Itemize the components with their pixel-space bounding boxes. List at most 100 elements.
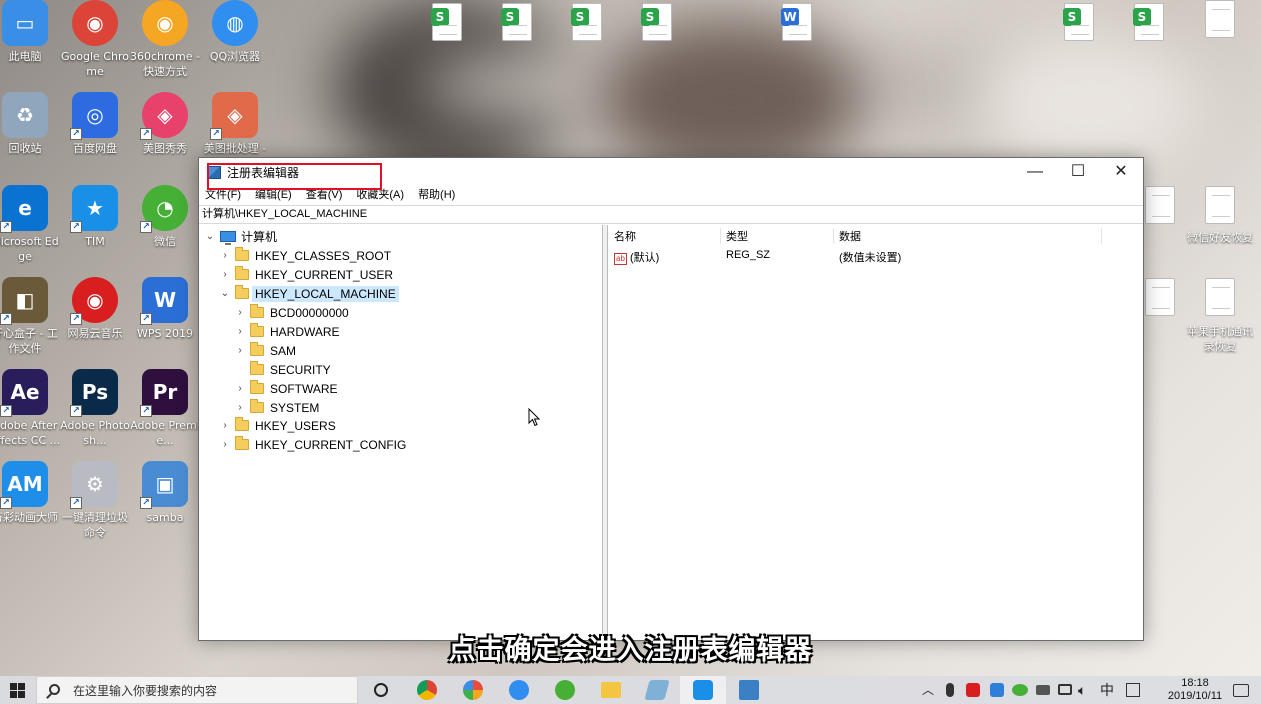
desktop-icon-label: WPS 2019 xyxy=(137,327,193,340)
desktop-icon-label: 美图批处理 - xyxy=(203,142,267,155)
tray-expand-icon[interactable]: ︿ xyxy=(922,676,934,704)
chevron-right-icon[interactable]: › xyxy=(233,307,247,318)
taskbar-search-box[interactable]: 在这里输入你要搜索的内容 xyxy=(36,676,358,704)
title-bar[interactable]: 注册表编辑器 — ☐ ✕ xyxy=(199,158,1143,190)
tree-node-hku[interactable]: › HKEY_USERS xyxy=(218,416,336,435)
spreadsheet-file-icon[interactable]: S xyxy=(501,3,532,41)
desktop-icon-meitu-xiuxiu[interactable]: ◈ ↗ 美图秀秀 xyxy=(129,92,201,156)
desktop-icon-premiere[interactable]: Pr ↗ Adobe Premie... xyxy=(129,369,201,448)
desktop-icon-microsoft-edge[interactable]: e↗Microsoft Edge xyxy=(0,185,61,264)
chevron-right-icon[interactable]: › xyxy=(218,420,232,431)
tree-node-security[interactable]: SECURITY xyxy=(233,360,331,379)
text-file-icon[interactable] xyxy=(1145,278,1175,316)
desktop-icon-google-chrome[interactable]: ◉ Google Chrome xyxy=(59,0,131,79)
text-file-icon[interactable] xyxy=(1145,186,1175,224)
desktop-icon-qq-browser[interactable]: ◍ QQ浏览器 xyxy=(199,0,271,64)
chevron-right-icon[interactable]: › xyxy=(233,383,247,394)
recycle-bin-icon: ♻ xyxy=(2,92,48,138)
desktop-icon-label: 百度网盘 xyxy=(73,142,117,155)
close-button[interactable]: ✕ xyxy=(1099,158,1143,186)
column-header-name[interactable]: 名称 xyxy=(609,228,721,244)
text-file-icon[interactable] xyxy=(1205,186,1235,224)
taskbar-chrome[interactable] xyxy=(404,676,450,704)
desktop-icon-cleanup-command[interactable]: ⚙ ↗ 一键清理垃圾命令 xyxy=(59,461,131,540)
task-view-button[interactable] xyxy=(358,676,404,704)
desktop-icon-samba[interactable]: ▣ ↗ samba xyxy=(129,461,201,525)
desktop-icon-meitu-batch[interactable]: ◈ ↗ 美图批处理 - xyxy=(199,92,271,156)
tree-node-hklm[interactable]: ⌄ HKEY_LOCAL_MACHINE xyxy=(218,284,399,303)
spreadsheet-file-icon[interactable]: S xyxy=(641,3,672,41)
microphone-icon[interactable] xyxy=(946,683,954,697)
desktop-icon-baidu-netdisk[interactable]: ◎ ↗ 百度网盘 xyxy=(59,92,131,156)
desktop-icon-wancai-animation[interactable]: AM↗ 万彩动画大师 xyxy=(0,461,61,525)
tree-node-software[interactable]: › SOFTWARE xyxy=(233,379,338,398)
tree-node-hkcr[interactable]: › HKEY_CLASSES_ROOT xyxy=(218,246,391,265)
column-header-data[interactable]: 数据 xyxy=(834,228,1102,244)
taskbar-wechat[interactable] xyxy=(542,676,588,704)
spreadsheet-file-icon[interactable]: S xyxy=(1133,3,1164,41)
spreadsheet-file-icon[interactable]: S xyxy=(571,3,602,41)
app-tray-icon[interactable] xyxy=(966,683,980,697)
taskbar-file-explorer[interactable] xyxy=(588,676,634,704)
column-header-type[interactable]: 类型 xyxy=(721,228,834,244)
taskbar-regedit[interactable] xyxy=(726,676,772,704)
desktop-icon-this-pc[interactable]: ▭ 此电脑 xyxy=(0,0,61,64)
taskbar-app[interactable] xyxy=(634,676,680,704)
tree-node-hkcu[interactable]: › HKEY_CURRENT_USER xyxy=(218,265,393,284)
desktop-icon-wechat[interactable]: ◔ ↗ 微信 xyxy=(129,185,201,249)
text-file-icon[interactable] xyxy=(1205,0,1235,38)
desktop-icon-label: 此电脑 xyxy=(8,50,42,63)
menu-help[interactable]: 帮助(H) xyxy=(418,186,455,203)
desktop-icon-tim[interactable]: ★ ↗ TIM xyxy=(59,185,131,249)
chevron-right-icon[interactable]: › xyxy=(218,269,232,280)
chevron-right-icon[interactable]: › xyxy=(233,402,247,413)
tree-node-label: HKEY_LOCAL_MACHINE xyxy=(252,285,399,302)
address-bar[interactable]: 计算机\HKEY_LOCAL_MACHINE xyxy=(199,205,1143,224)
start-button[interactable] xyxy=(0,676,34,704)
ime-indicator[interactable]: 中 xyxy=(1100,676,1114,704)
volume-icon[interactable]: 🔈︎ xyxy=(1078,676,1086,704)
notification-icon[interactable] xyxy=(1233,684,1249,697)
wechat-tray-icon[interactable] xyxy=(1012,684,1028,696)
taskbar-qq-browser[interactable] xyxy=(496,676,542,704)
shortcut-arrow-icon: ↗ xyxy=(0,497,12,509)
desktop-file-contacts-recovery[interactable]: 苹果手机通讯录恢复 xyxy=(1184,324,1256,354)
desktop-icon-netease-music[interactable]: ◉ ↗ 网易云音乐 xyxy=(59,277,131,341)
tree-node-hkcc[interactable]: › HKEY_CURRENT_CONFIG xyxy=(218,435,406,454)
meitu-batch-icon: ◈ ↗ xyxy=(210,92,258,140)
battery-icon[interactable] xyxy=(1036,685,1050,695)
spreadsheet-file-icon[interactable]: S xyxy=(431,3,462,41)
network-icon[interactable] xyxy=(1058,684,1072,695)
tree-node-bcd[interactable]: › BCD00000000 xyxy=(233,303,349,322)
desktop-icon-wps-2019[interactable]: W ↗ WPS 2019 xyxy=(129,277,201,341)
desktop-icon-360chrome[interactable]: ◉ 360chrome - 快速方式 xyxy=(129,0,201,79)
chevron-down-icon[interactable]: ⌄ xyxy=(203,231,217,242)
desktop-icon-recycle-bin[interactable]: ♻ 回收站 xyxy=(0,92,61,156)
minimize-button[interactable]: — xyxy=(1013,158,1057,186)
desktop-icon-kaixin-box[interactable]: ◧↗开心盒子 - 工作文件 xyxy=(0,277,61,356)
folder-icon xyxy=(235,266,249,280)
taskbar-360chrome[interactable] xyxy=(450,676,496,704)
chevron-right-icon[interactable]: › xyxy=(218,250,232,261)
tree-node-sam[interactable]: › SAM xyxy=(233,341,296,360)
tree-node-computer[interactable]: ⌄ 计算机 xyxy=(203,227,277,246)
desktop-icon-after-effects[interactable]: Ae↗Adobe After Effects CC ... xyxy=(0,369,61,448)
tree-node-hardware[interactable]: › HARDWARE xyxy=(233,322,340,341)
value-row-name[interactable]: ab (默认) xyxy=(614,249,659,265)
pane-splitter[interactable] xyxy=(603,225,608,640)
spreadsheet-file-icon[interactable]: S xyxy=(1063,3,1094,41)
shield-icon[interactable] xyxy=(990,683,1004,697)
chevron-down-icon[interactable]: ⌄ xyxy=(218,288,232,299)
taskbar-clock[interactable]: 18:18 2019/10/11 xyxy=(1161,677,1229,703)
maximize-button[interactable]: ☐ xyxy=(1056,158,1100,186)
desktop-file-wechat-recovery[interactable]: 微信好友恢复 xyxy=(1184,230,1256,245)
chevron-right-icon[interactable]: › xyxy=(233,326,247,337)
word-file-icon[interactable]: W xyxy=(781,3,812,41)
text-file-icon[interactable] xyxy=(1205,278,1235,316)
desktop-icon-photoshop[interactable]: Ps ↗ Adobe Photosh... xyxy=(59,369,131,448)
chevron-right-icon[interactable]: › xyxy=(218,439,232,450)
tree-node-system[interactable]: › SYSTEM xyxy=(233,398,319,417)
ime-mode-icon[interactable] xyxy=(1126,683,1140,697)
taskbar-tim[interactable] xyxy=(680,676,726,704)
chevron-right-icon[interactable]: › xyxy=(233,345,247,356)
